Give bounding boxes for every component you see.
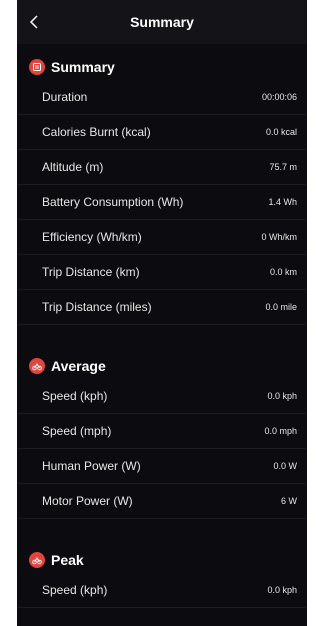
- row-label: Speed (mph): [42, 424, 112, 438]
- row-value: 0.0 kph: [267, 391, 297, 401]
- table-row: Efficiency (Wh/km) 0 Wh/km: [17, 220, 307, 255]
- row-value: 0.0 km: [269, 267, 297, 277]
- row-value: 0.0 kcal: [265, 127, 297, 137]
- table-row: Trip Distance (km) 0.0 km: [17, 255, 307, 290]
- table-row: Battery Consumption (Wh) 1.4 Wh: [17, 185, 307, 220]
- table-row: Human Power (W) 0.0 W: [17, 449, 307, 484]
- row-label: Human Power (W): [42, 459, 141, 473]
- peak-section-title: Peak: [51, 552, 84, 568]
- row-value: 00:00:06: [261, 92, 297, 102]
- peak-section: Peak Speed (kph) 0.0 kph: [17, 519, 307, 608]
- list-doc-icon: [29, 59, 45, 75]
- row-label: Motor Power (W): [42, 494, 133, 508]
- table-row: Speed (mph) 0.0 mph: [17, 414, 307, 449]
- table-row: Motor Power (W) 6 W: [17, 484, 307, 519]
- summary-section: Summary Duration 00:00:06 Calories Burnt…: [17, 44, 307, 325]
- table-row: Speed (kph) 0.0 kph: [17, 573, 307, 608]
- top-bar: Summary: [17, 0, 307, 44]
- summary-section-header: Summary: [17, 54, 307, 80]
- bike-icon: [29, 358, 45, 374]
- row-label: Trip Distance (km): [42, 265, 140, 279]
- row-value: 0.0 kph: [267, 585, 297, 595]
- row-label: Trip Distance (miles): [42, 300, 152, 314]
- table-row: Altitude (m) 75.7 m: [17, 150, 307, 185]
- row-label: Speed (kph): [42, 583, 108, 597]
- table-row: Speed (kph) 0.0 kph: [17, 379, 307, 414]
- summary-screen: Summary Summary Duration 00:00:06 Calori…: [17, 0, 307, 626]
- table-row: Calories Burnt (kcal) 0.0 kcal: [17, 115, 307, 150]
- row-value: 75.7 m: [269, 162, 297, 172]
- page-title: Summary: [130, 14, 194, 30]
- row-value: 6 W: [280, 496, 297, 506]
- average-section-title: Average: [51, 358, 106, 374]
- average-section: Average Speed (kph) 0.0 kph Speed (mph) …: [17, 325, 307, 519]
- row-value: 0 Wh/km: [261, 232, 297, 242]
- row-label: Efficiency (Wh/km): [42, 230, 142, 244]
- peak-section-header: Peak: [17, 547, 307, 573]
- row-label: Battery Consumption (Wh): [42, 195, 184, 209]
- table-row: Trip Distance (miles) 0.0 mile: [17, 290, 307, 325]
- table-row: Duration 00:00:06: [17, 80, 307, 115]
- row-value: 1.4 Wh: [268, 197, 297, 207]
- row-label: Speed (kph): [42, 389, 108, 403]
- row-label: Altitude (m): [42, 160, 104, 174]
- row-value: 0.0 mph: [264, 426, 297, 436]
- row-label: Duration: [42, 90, 88, 104]
- row-value: 0.0 mile: [265, 302, 297, 312]
- row-value: 0.0 W: [273, 461, 297, 471]
- row-label: Calories Burnt (kcal): [42, 125, 151, 139]
- summary-section-title: Summary: [51, 59, 115, 75]
- bike-icon: [29, 552, 45, 568]
- average-section-header: Average: [17, 353, 307, 379]
